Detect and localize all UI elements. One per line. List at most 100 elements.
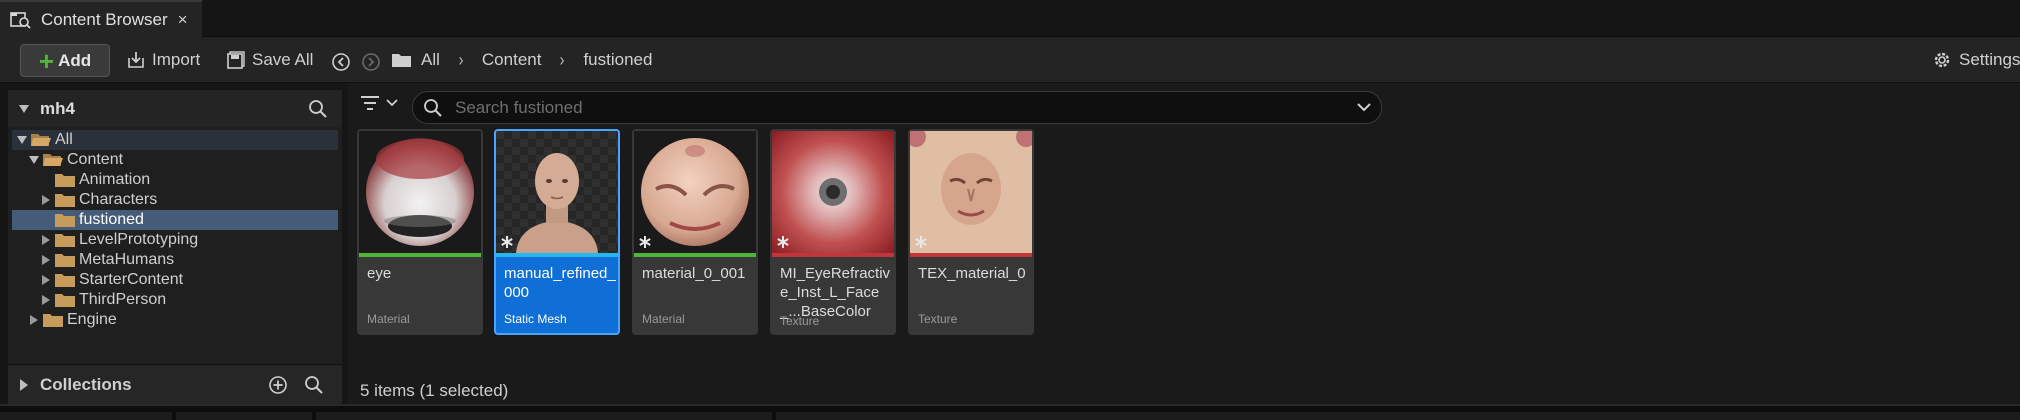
asset-thumbnail xyxy=(910,131,1032,253)
toolbar: + Add Import Save All All › Content › fu… xyxy=(0,37,2020,83)
asset-type-color-bar xyxy=(772,253,894,257)
asset-tile-eye[interactable]: eye Material xyxy=(357,129,483,335)
import-button[interactable]: Import xyxy=(126,44,200,76)
add-button[interactable]: + Add xyxy=(20,44,110,77)
asset-tile-mi-eyerefractive[interactable]: MI_EyeRefractive_Inst_L_Face_...BaseColo… xyxy=(770,129,896,335)
settings-button[interactable]: Settings xyxy=(1931,44,2020,76)
asset-type: Material xyxy=(367,312,410,326)
search-input[interactable] xyxy=(455,97,1335,118)
asset-type-color-bar xyxy=(910,253,1032,257)
asset-type: Material xyxy=(642,312,685,326)
tree-item-label: Animation xyxy=(79,171,151,188)
tree-item-label: Content xyxy=(67,151,124,168)
tab-content-browser[interactable]: Content Browser × xyxy=(0,0,202,37)
asset-name: manual_refined_000 xyxy=(504,265,616,301)
tree-item-all[interactable]: All xyxy=(12,130,338,150)
tab-strip: Content Browser × xyxy=(0,0,2020,37)
tree-item-startercontent[interactable]: StarterContent xyxy=(12,270,338,290)
folder-open-icon xyxy=(31,134,51,146)
gear-icon xyxy=(1934,52,1950,68)
content-browser-icon xyxy=(10,11,31,29)
asset-thumbnail xyxy=(634,131,756,253)
chevron-right-icon[interactable]: › xyxy=(560,50,565,71)
project-name: mh4 xyxy=(40,98,75,118)
tree-item-label: All xyxy=(55,131,73,148)
unsaved-asterisk-icon xyxy=(501,236,513,248)
item-count-status: 5 items (1 selected) xyxy=(360,381,509,400)
collections-header[interactable]: Collections xyxy=(8,364,342,404)
asset-name: material_0_001 xyxy=(642,265,746,282)
asset-thumbnail xyxy=(359,131,481,253)
search-icon[interactable] xyxy=(308,99,328,119)
asset-name: TEX_material_0 xyxy=(918,265,1026,282)
tree-item-content[interactable]: Content xyxy=(12,150,338,170)
plus-icon: + xyxy=(38,45,55,76)
tab-title: Content Browser xyxy=(41,9,168,29)
tree-item-levelprototyping[interactable]: LevelPrototyping xyxy=(12,230,338,250)
asset-tile-material-0-001[interactable]: material_0_001 Material xyxy=(632,129,758,335)
breadcrumb: All › Content › fustioned xyxy=(391,44,660,76)
asset-type: Static Mesh xyxy=(504,312,567,326)
breadcrumb-content[interactable]: Content xyxy=(482,50,542,70)
asset-view: eye Material xyxy=(348,83,2020,404)
history-back-icon[interactable] xyxy=(331,52,351,72)
save-all-button[interactable]: Save All xyxy=(226,44,313,76)
tab-close-icon[interactable]: × xyxy=(178,10,188,30)
folder-icon xyxy=(55,234,75,247)
history-forward-icon[interactable] xyxy=(361,52,381,72)
tree-item-animation[interactable]: Animation xyxy=(12,170,338,190)
tree-item-label: LevelPrototyping xyxy=(79,231,199,248)
asset-thumbnail xyxy=(496,131,618,253)
caret-down-icon[interactable] xyxy=(28,156,40,164)
bottom-edge xyxy=(0,404,2020,420)
tree-item-metahumans[interactable]: MetaHumans xyxy=(12,250,338,270)
caret-down-icon[interactable] xyxy=(18,104,30,114)
tree-item-characters[interactable]: Characters xyxy=(12,190,338,210)
tree-item-engine[interactable]: Engine xyxy=(12,310,338,330)
chevron-down-icon[interactable] xyxy=(1357,101,1371,113)
tree-item-fustioned[interactable]: fustioned xyxy=(12,210,338,230)
unsaved-asterisk-icon xyxy=(639,236,651,248)
caret-right-icon[interactable] xyxy=(40,235,52,245)
asset-tile-manual-refined-000[interactable]: manual_refined_000 Static Mesh xyxy=(494,129,620,335)
caret-down-icon[interactable] xyxy=(16,136,28,144)
save-all-button-label: Save All xyxy=(252,50,314,69)
tree-item-label: StarterContent xyxy=(79,271,184,288)
asset-search-box[interactable] xyxy=(412,91,1382,124)
folder-icon xyxy=(43,314,63,327)
unsaved-asterisk-icon xyxy=(915,236,927,248)
folder-open-icon xyxy=(43,154,63,166)
folder-icon xyxy=(55,174,75,187)
collections-label: Collections xyxy=(40,374,132,394)
asset-type-color-bar xyxy=(634,253,756,257)
tree-item-label: Engine xyxy=(67,311,117,328)
tree-item-label: Characters xyxy=(79,191,158,208)
asset-tile-tex-material-0[interactable]: TEX_material_0 Texture xyxy=(908,129,1034,335)
settings-button-label: Settings xyxy=(1959,50,2020,69)
breadcrumb-fustioned[interactable]: fustioned xyxy=(583,50,652,70)
caret-right-icon[interactable] xyxy=(40,275,52,285)
caret-right-icon[interactable] xyxy=(28,315,40,325)
caret-right-icon[interactable] xyxy=(20,378,28,391)
tree-item-label: fustioned xyxy=(79,211,144,228)
add-collection-icon[interactable] xyxy=(268,375,288,395)
caret-right-icon[interactable] xyxy=(40,195,52,205)
chevron-down-icon xyxy=(386,99,398,107)
import-icon xyxy=(128,52,144,68)
breadcrumb-all[interactable]: All xyxy=(421,50,440,70)
filter-icon xyxy=(361,96,379,110)
unsaved-asterisk-icon xyxy=(777,236,789,248)
project-header[interactable]: mh4 xyxy=(8,90,342,127)
asset-type: Texture xyxy=(918,312,958,326)
search-icon[interactable] xyxy=(304,375,324,395)
tree-item-label: MetaHumans xyxy=(79,251,175,268)
filter-button[interactable] xyxy=(360,94,398,112)
asset-type-color-bar xyxy=(359,253,481,257)
caret-right-icon[interactable] xyxy=(40,255,52,265)
asset-name: eye xyxy=(367,265,392,282)
folder-icon xyxy=(55,214,75,227)
tree-item-thirdperson[interactable]: ThirdPerson xyxy=(12,290,338,310)
chevron-right-icon[interactable]: › xyxy=(459,50,464,71)
caret-right-icon[interactable] xyxy=(40,295,52,305)
folder-icon xyxy=(55,194,75,207)
